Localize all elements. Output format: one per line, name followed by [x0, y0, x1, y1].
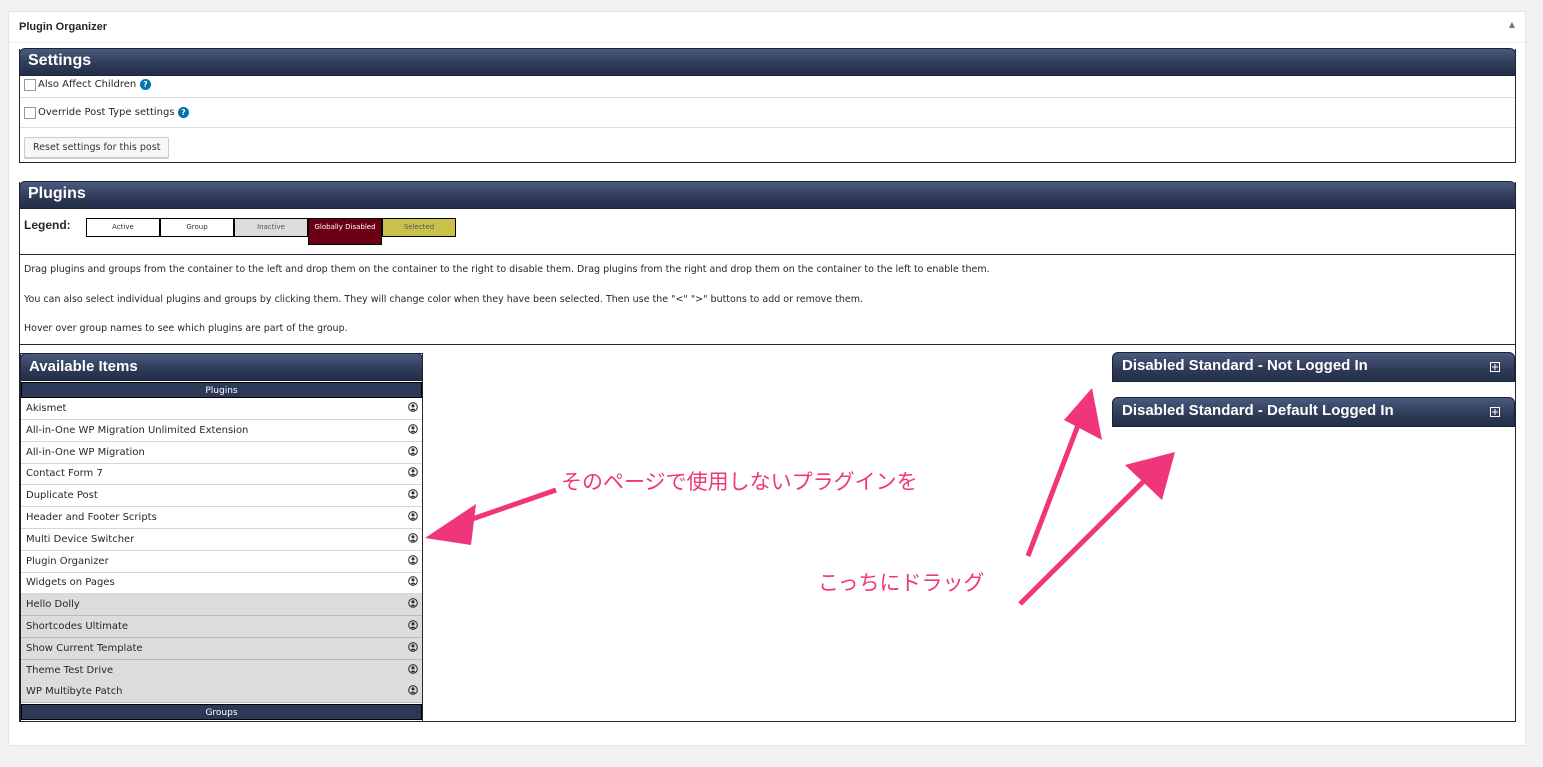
expand-icon[interactable] — [1490, 362, 1500, 372]
plugin-name: Akismet — [26, 403, 67, 414]
postbox-title: Plugin Organizer — [19, 21, 108, 33]
plugin-name: All-in-One WP Migration — [26, 446, 145, 458]
user-icon[interactable] — [408, 641, 418, 652]
user-icon[interactable] — [408, 576, 418, 587]
plugins-section: Plugins Legend: Active Group Inactive Globa… — [19, 181, 1516, 722]
help-icon[interactable]: ? — [178, 107, 189, 118]
list-item[interactable]: Theme Test Drive — [21, 659, 422, 682]
plugin-name: Hello Dolly — [26, 599, 80, 611]
plugins-subheader: Plugins — [21, 382, 422, 398]
expand-icon[interactable] — [1490, 407, 1500, 417]
settings-title: Settings — [28, 52, 92, 69]
divider — [20, 344, 1515, 345]
user-icon[interactable] — [408, 467, 418, 478]
plugin-name: Show Current Template — [26, 642, 143, 654]
groups-subheader: Groups — [21, 704, 422, 720]
list-item[interactable]: Header and Footer Scripts — [21, 507, 422, 529]
description-select: You can also select individual plugins a… — [24, 294, 863, 305]
list-item[interactable]: WP Multibyte Patch — [21, 681, 422, 704]
list-item[interactable]: All-in-One WP Migration Unlimited Extens… — [21, 420, 422, 442]
also-affect-children-label: Also Affect Children — [38, 79, 137, 90]
user-icon[interactable] — [408, 598, 418, 609]
plugins-title: Plugins — [28, 185, 86, 202]
user-icon[interactable] — [408, 423, 418, 434]
plugin-name: Plugin Organizer — [26, 555, 109, 567]
description-hover: Hover over group names to see which plug… — [24, 323, 348, 334]
disabled-default-logged-in-title: Disabled Standard - Default Logged In — [1122, 402, 1394, 419]
also-affect-children-row: Also Affect Children ? — [20, 76, 1515, 98]
override-post-type-label: Override Post Type settings — [38, 107, 175, 118]
available-items-header: Available Items — [20, 353, 423, 381]
divider — [20, 254, 1515, 255]
override-post-type-row: Override Post Type settings ? — [20, 98, 1515, 128]
plugins-header: Plugins — [19, 181, 1516, 209]
available-items-panel: Available Items Plugins Akismet All-in-On… — [20, 353, 423, 722]
plugin-name: Theme Test Drive — [26, 664, 114, 676]
list-item[interactable]: Akismet — [21, 398, 422, 420]
user-icon[interactable] — [408, 685, 418, 696]
available-items-title: Available Items — [29, 358, 138, 375]
list-item[interactable]: Hello Dolly — [21, 594, 422, 617]
user-icon[interactable] — [408, 489, 418, 500]
list-item[interactable]: Show Current Template — [21, 637, 422, 660]
plugin-name: Widgets on Pages — [26, 577, 115, 589]
list-item[interactable]: Multi Device Switcher — [21, 529, 422, 551]
user-icon[interactable] — [408, 511, 418, 521]
description-drag: Drag plugins and groups from the contain… — [24, 264, 990, 275]
plugin-name: Header and Footer Scripts — [26, 512, 157, 523]
help-icon[interactable]: ? — [140, 79, 151, 90]
list-item[interactable]: Duplicate Post — [21, 485, 422, 508]
list-item[interactable]: Shortcodes Ultimate — [21, 616, 422, 638]
annotation-left-text: そのページで使用しないプラグインを — [561, 470, 918, 494]
legend-globally-disabled: Globally Disabled — [308, 218, 382, 245]
legend-selected: Selected — [382, 218, 456, 237]
disabled-default-logged-in-panel[interactable]: Disabled Standard - Default Logged In — [1112, 397, 1515, 427]
settings-header: Settings — [19, 48, 1516, 76]
plugin-name: Shortcodes Ultimate — [26, 621, 129, 632]
user-icon[interactable] — [408, 532, 418, 543]
user-icon[interactable] — [408, 663, 418, 674]
plugin-name: WP Multibyte Patch — [26, 686, 123, 698]
plugin-name: Duplicate Post — [26, 490, 98, 502]
user-icon[interactable] — [408, 554, 418, 565]
plugin-name: Contact Form 7 — [26, 468, 103, 480]
collapse-arrow-icon[interactable]: ▲ — [1509, 20, 1515, 29]
disabled-not-logged-in-title: Disabled Standard - Not Logged In — [1122, 357, 1368, 374]
reset-settings-button[interactable]: Reset settings for this post — [24, 137, 170, 158]
legend-active: Active — [86, 218, 160, 237]
override-post-type-checkbox[interactable] — [24, 107, 36, 119]
list-item[interactable]: Contact Form 7 — [21, 463, 422, 486]
legend-group: Group — [160, 218, 234, 237]
annotation-right-text: こっちにドラッグ — [818, 571, 985, 595]
settings-section: Settings Also Affect Children ? Override… — [19, 48, 1516, 163]
legend-label: Legend: — [24, 218, 71, 232]
user-icon[interactable] — [408, 445, 418, 456]
list-item[interactable]: Plugin Organizer — [21, 551, 422, 573]
list-item[interactable]: All-in-One WP Migration — [21, 442, 422, 464]
user-icon[interactable] — [408, 620, 418, 630]
user-icon[interactable] — [408, 402, 418, 412]
plugin-name: Multi Device Switcher — [26, 533, 135, 545]
also-affect-children-checkbox[interactable] — [24, 79, 36, 91]
plugin-organizer-postbox: Plugin Organizer ▲ Settings Also Affect … — [8, 11, 1526, 746]
postbox-header: Plugin Organizer ▲ — [9, 12, 1525, 43]
plugin-name: All-in-One WP Migration Unlimited Extens… — [26, 424, 249, 436]
list-item[interactable]: Widgets on Pages — [21, 572, 422, 595]
legend-inactive: Inactive — [234, 218, 308, 237]
disabled-not-logged-in-panel[interactable]: Disabled Standard - Not Logged In — [1112, 352, 1515, 382]
